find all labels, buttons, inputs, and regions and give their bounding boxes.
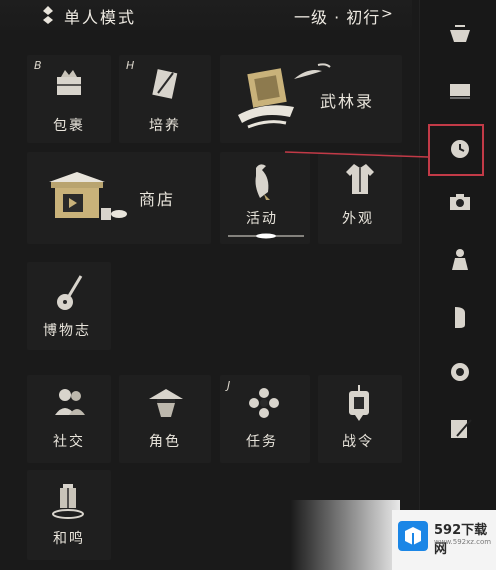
diamond-icon bbox=[43, 6, 53, 24]
crane-bird-icon bbox=[255, 164, 270, 200]
museum-tile[interactable]: 博物志 bbox=[27, 262, 111, 350]
top-bar: 单人模式 一级 · 初行 > bbox=[0, 0, 412, 30]
clothing-icon bbox=[346, 164, 374, 194]
shop-tile[interactable]: 商店 bbox=[27, 152, 211, 244]
flower-knot-icon bbox=[249, 388, 279, 418]
pipa-instrument-icon bbox=[57, 275, 83, 310]
cultivate-hotkey: H bbox=[126, 59, 135, 72]
book-icon bbox=[152, 69, 178, 99]
glow-divider bbox=[228, 233, 304, 239]
watermark-fade bbox=[290, 500, 400, 570]
quest-hotkey: J bbox=[227, 379, 231, 392]
social-tile[interactable]: 社交 bbox=[27, 375, 111, 463]
cultivate-tile[interactable]: H 培养 bbox=[119, 55, 211, 143]
single-player-mode-label[interactable]: 单人模式 bbox=[64, 4, 136, 28]
scroll-icon[interactable] bbox=[447, 305, 473, 329]
lantern-icon bbox=[349, 385, 369, 421]
bag-label: 包裹 bbox=[53, 118, 85, 134]
edit-icon[interactable] bbox=[447, 416, 473, 440]
bag-icon bbox=[57, 70, 81, 95]
character-label: 角色 bbox=[149, 434, 181, 450]
watermark-logo bbox=[398, 521, 428, 551]
heming-tile[interactable]: 和鸣 bbox=[27, 470, 111, 560]
activity-label: 活动 bbox=[246, 211, 278, 227]
camera-icon[interactable] bbox=[447, 190, 473, 214]
wulinlu-tile[interactable]: 武林录 bbox=[220, 55, 402, 143]
chevron-right-icon[interactable]: > bbox=[381, 6, 393, 22]
shop-stall-icon bbox=[49, 172, 127, 220]
gear-icon[interactable] bbox=[447, 360, 473, 384]
appearance-tile[interactable]: 外观 bbox=[318, 152, 402, 244]
watermark-url: www.592xz.com bbox=[434, 538, 492, 546]
bag-tile[interactable]: B 包裹 bbox=[27, 55, 111, 143]
book-icon[interactable] bbox=[447, 78, 473, 102]
level-label[interactable]: 一级 · 初行 bbox=[294, 4, 380, 28]
heming-label: 和鸣 bbox=[53, 531, 85, 547]
quest-label: 任务 bbox=[246, 434, 278, 450]
battlepass-tile[interactable]: 战令 bbox=[318, 375, 402, 463]
bag-hotkey: B bbox=[34, 59, 42, 72]
person-icon[interactable] bbox=[447, 248, 473, 272]
bamboo-hat-icon bbox=[149, 389, 183, 417]
social-label: 社交 bbox=[53, 434, 85, 450]
selected-rail-highlight bbox=[428, 124, 484, 176]
battlepass-label: 战令 bbox=[342, 434, 374, 450]
people-icon bbox=[55, 389, 85, 415]
cultivate-label: 培养 bbox=[149, 118, 181, 134]
leaf-icon bbox=[294, 63, 331, 79]
quest-tile[interactable]: J 任务 bbox=[220, 375, 310, 463]
shop-label: 商店 bbox=[139, 190, 176, 209]
cup-icon[interactable] bbox=[447, 22, 473, 46]
pagoda-lamp-icon bbox=[52, 484, 84, 519]
activity-tile[interactable]: 活动 bbox=[220, 152, 310, 244]
wulinlu-label: 武林录 bbox=[320, 92, 375, 111]
museum-label: 博物志 bbox=[43, 323, 91, 339]
character-tile[interactable]: 角色 bbox=[119, 375, 211, 463]
appearance-label: 外观 bbox=[342, 211, 374, 227]
